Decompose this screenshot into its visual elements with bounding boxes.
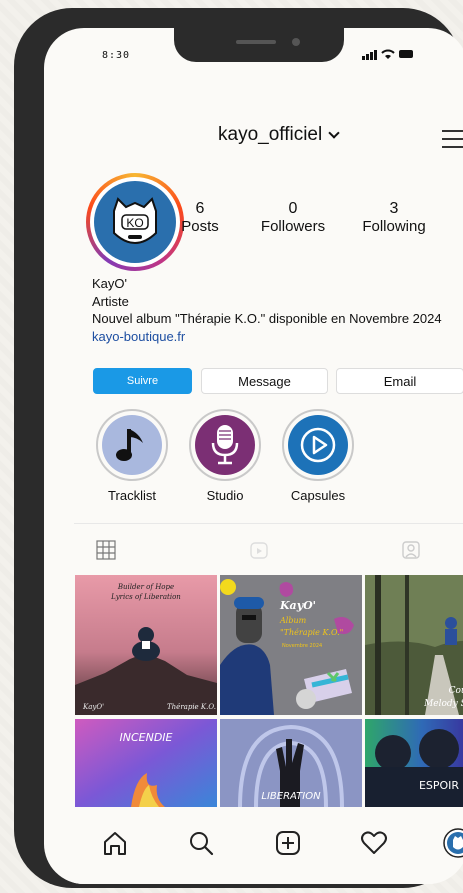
phone-screen: 8:30 kayo_officiel KO 6 Posts 0 Follower… xyxy=(44,28,463,884)
chevron-down-icon xyxy=(328,126,340,139)
post-3[interactable]: Courage in Melody Strength xyxy=(365,575,463,715)
email-button[interactable]: Email xyxy=(336,368,463,394)
status-time: 8:30 xyxy=(102,50,131,61)
stat-followers[interactable]: 0 Followers xyxy=(256,200,330,235)
post-2-line1: KayO' xyxy=(279,599,316,612)
wifi-icon xyxy=(381,49,395,59)
post-3-line1: Courage in xyxy=(449,686,463,696)
bottom-nav xyxy=(74,808,463,884)
post-1-image: Builder of Hope Lyrics of Liberation Kay… xyxy=(75,575,217,715)
post-5-title: LIBERATION xyxy=(261,791,321,802)
post-4-image: INCENDIE xyxy=(75,719,217,807)
post-2[interactable]: KayO' Album "Thérapie K.O." Novembre 202… xyxy=(220,575,362,715)
stat-posts[interactable]: 6 Posts xyxy=(172,200,228,235)
stat-following[interactable]: 3 Following xyxy=(356,200,432,235)
profile-name: KayO' xyxy=(92,276,127,291)
music-note-icon xyxy=(116,429,143,461)
svg-text:KO: KO xyxy=(126,216,143,230)
signal-icon xyxy=(362,49,377,60)
post-5-image: LIBERATION xyxy=(220,719,362,807)
post-2-image: KayO' Album "Thérapie K.O." Novembre 202… xyxy=(220,575,362,715)
stat-following-value: 3 xyxy=(389,200,399,217)
post-4[interactable]: INCENDIE xyxy=(75,719,217,807)
post-6[interactable]: ESPOIR xyxy=(365,719,463,807)
status-icons xyxy=(362,48,413,60)
post-1-left: KayO' xyxy=(82,703,104,711)
profile-category: Artiste xyxy=(92,293,129,309)
avatar[interactable]: KO xyxy=(86,173,184,271)
profile-bio-text: Nouvel album "Thérapie K.O." disponible … xyxy=(92,311,442,326)
speaker xyxy=(236,40,276,44)
username: kayo_officiel xyxy=(218,124,323,145)
highlight-label: Tracklist xyxy=(108,488,156,503)
post-1[interactable]: Builder of Hope Lyrics of Liberation Kay… xyxy=(75,575,217,715)
heart-icon[interactable] xyxy=(359,828,389,858)
profile-bio: KayO' Artiste Nouvel album "Thérapie K.O… xyxy=(92,275,442,345)
profile-avatar-icon[interactable] xyxy=(443,828,463,858)
add-post-icon[interactable] xyxy=(273,828,303,858)
post-2-line4: Novembre 2024 xyxy=(282,643,322,649)
profile-link[interactable]: kayo-boutique.fr xyxy=(92,328,442,346)
phone-frame: 8:30 kayo_officiel KO 6 Posts 0 Follower… xyxy=(14,8,463,888)
highlight-capsules[interactable]: Capsules xyxy=(280,409,356,503)
microphone-icon xyxy=(211,425,239,465)
post-1-line2: Lyrics of Liberation xyxy=(110,593,181,601)
stat-posts-value: 6 xyxy=(195,200,205,217)
post-4-title: INCENDIE xyxy=(120,731,173,744)
stat-followers-value: 0 xyxy=(288,200,298,217)
post-5[interactable]: LIBERATION xyxy=(220,719,362,807)
post-2-line2: Album xyxy=(279,616,307,625)
search-icon[interactable] xyxy=(186,828,216,858)
post-2-line3: "Thérapie K.O." xyxy=(280,628,343,637)
highlight-tracklist[interactable]: Tracklist xyxy=(94,409,170,503)
post-3-line2: Melody Strength xyxy=(423,699,463,709)
hamburger-menu-icon[interactable] xyxy=(442,130,463,148)
post-3-image: Courage in Melody Strength xyxy=(365,575,463,715)
tiger-mask-logo: KO xyxy=(113,197,157,244)
stat-following-label: Following xyxy=(362,218,426,235)
post-1-right: Thérapie K.O. xyxy=(167,703,216,711)
message-button[interactable]: Message xyxy=(201,368,328,394)
follow-button[interactable]: Suivre xyxy=(93,368,192,394)
profile-username-switcher[interactable]: kayo_officiel xyxy=(218,124,340,146)
reels-icon[interactable] xyxy=(249,540,269,560)
highlight-label: Studio xyxy=(206,488,244,503)
post-1-line1: Builder of Hope xyxy=(117,583,174,591)
highlight-studio[interactable]: Studio xyxy=(187,409,263,503)
grid-icon[interactable] xyxy=(96,540,116,560)
home-icon[interactable] xyxy=(100,828,130,858)
post-6-image: ESPOIR xyxy=(365,719,463,807)
stat-followers-label: Followers xyxy=(260,218,326,235)
post-6-title: ESPOIR xyxy=(419,779,459,792)
play-icon xyxy=(300,427,336,463)
stat-posts-label: Posts xyxy=(181,218,219,235)
highlight-label: Capsules xyxy=(290,488,346,503)
divider xyxy=(74,523,463,524)
notch xyxy=(174,28,344,62)
camera-dot xyxy=(292,38,300,46)
tagged-icon[interactable] xyxy=(401,540,421,560)
battery-icon xyxy=(399,50,413,58)
